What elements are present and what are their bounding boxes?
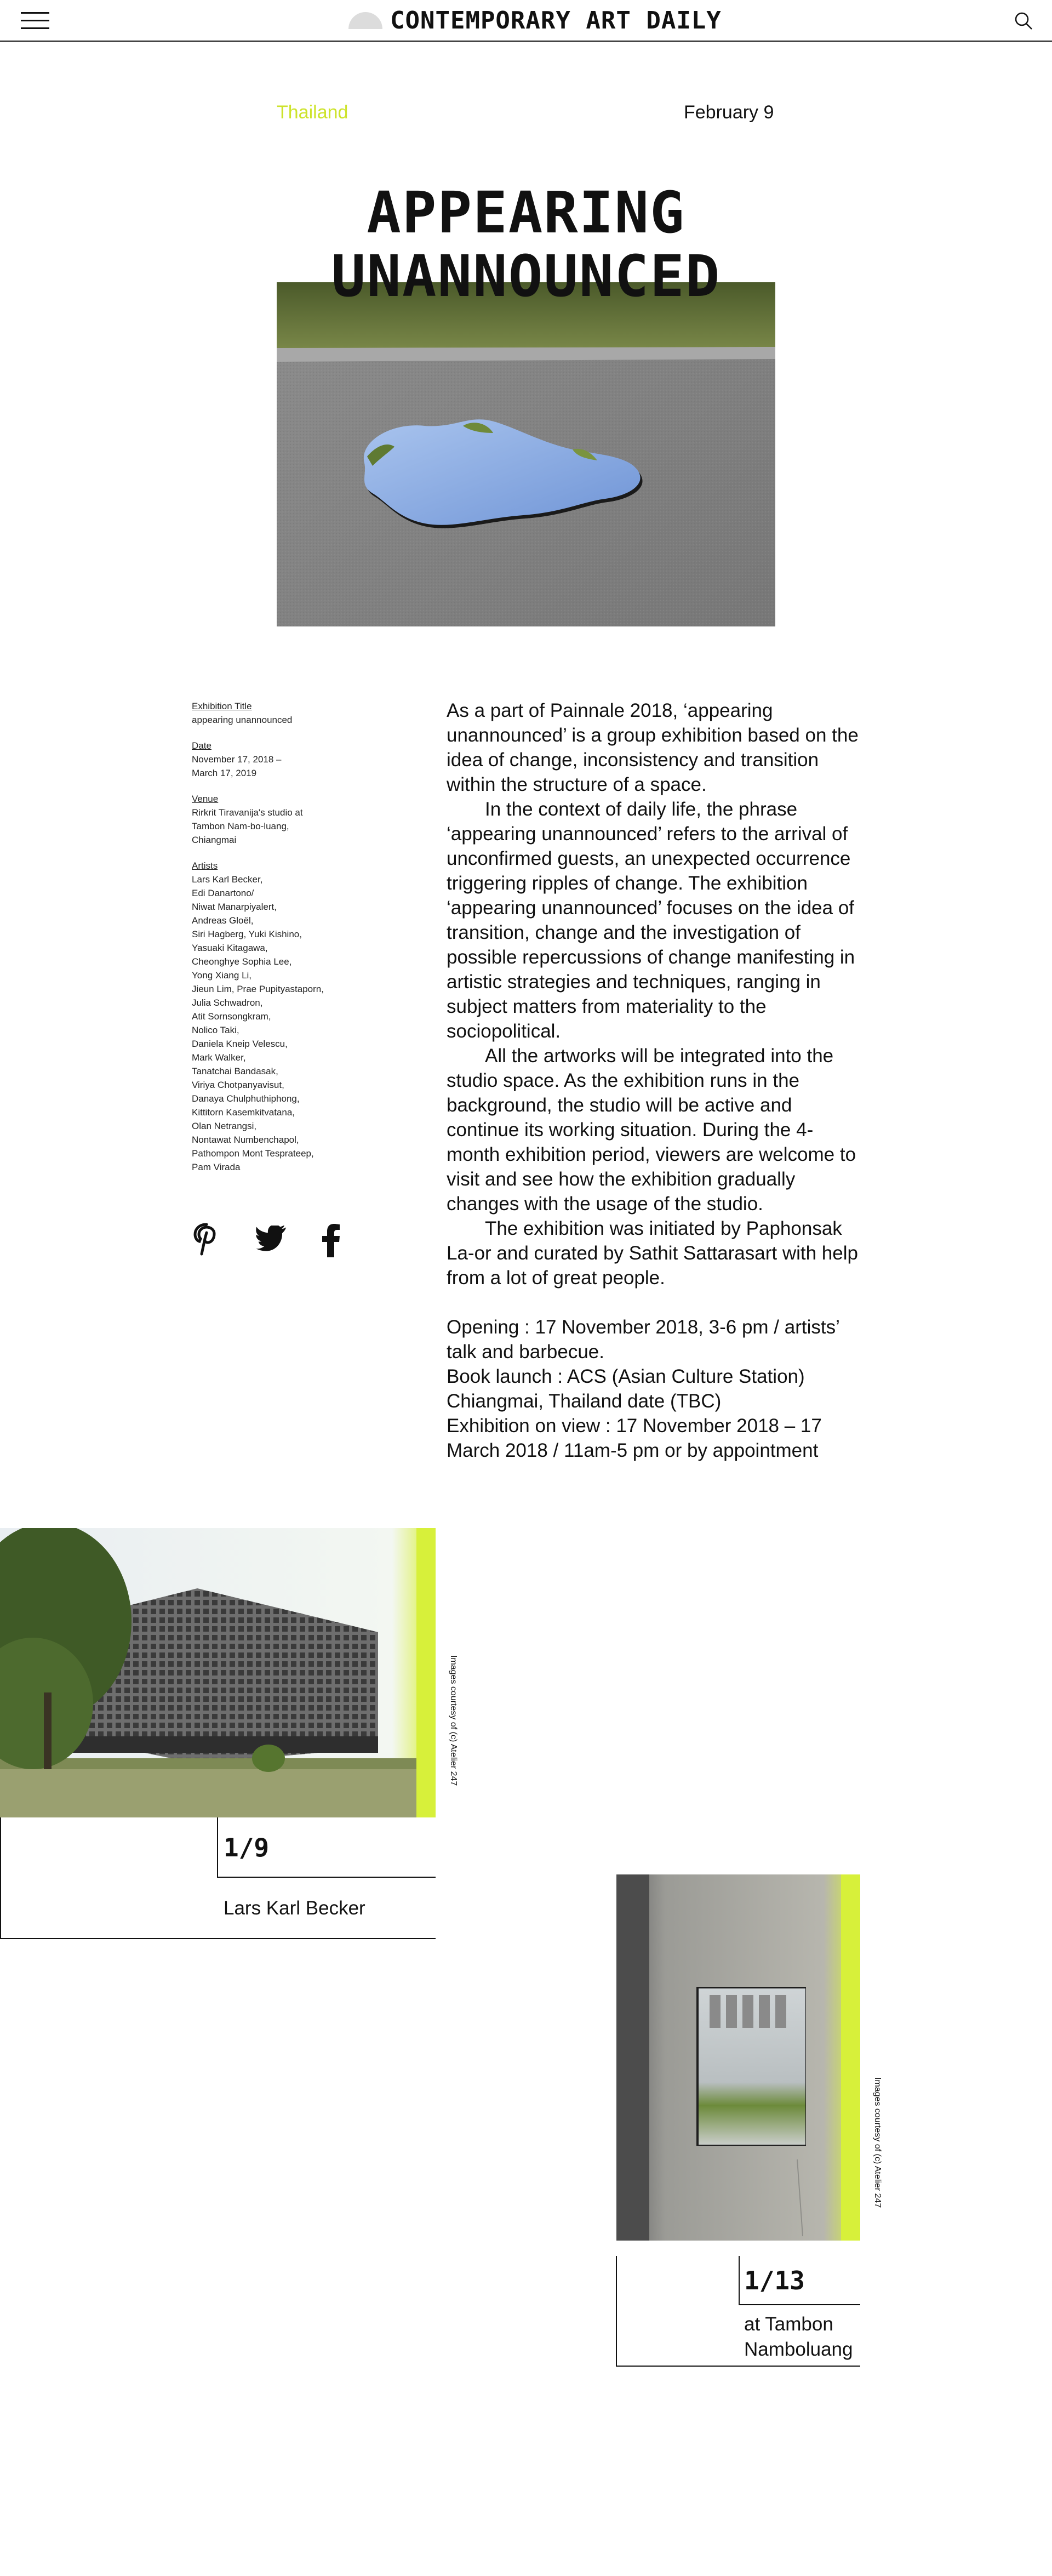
logo-dome-icon[interactable] xyxy=(348,12,382,29)
venue-label: Venue xyxy=(192,794,219,804)
body-paragraph: All the artworks will be integrated into… xyxy=(447,1045,856,1215)
exhibition-dates-info: Exhibition on view : 17 November 2018 – … xyxy=(447,1415,822,1461)
exhibition-title-label: Exhibition Title xyxy=(192,701,252,711)
body-paragraph: In the context of daily life, the phrase… xyxy=(447,799,855,1042)
frame-line xyxy=(616,2256,617,2367)
site-header: CONTEMPORARY ART DAILY xyxy=(0,0,1052,42)
date-label: Date xyxy=(192,740,211,751)
hamburger-menu-icon[interactable] xyxy=(21,12,49,30)
social-share xyxy=(193,1222,368,1261)
artists-label: Artists xyxy=(192,860,218,871)
artists-list: Lars Karl Becker, Edi Danartono/ Niwat M… xyxy=(192,874,324,1172)
pinterest-icon[interactable] xyxy=(193,1222,226,1258)
date-value: November 17, 2018 – March 17, 2019 xyxy=(192,754,282,778)
search-icon[interactable] xyxy=(1013,10,1034,32)
title-line-1: APPEARING xyxy=(367,179,685,246)
book-launch-info: Book launch : ACS (Asian Culture Station… xyxy=(447,1366,805,1412)
opening-info: Opening : 17 November 2018, 3-6 pm / art… xyxy=(447,1317,839,1363)
slide-caption: at Tambon Namboluang xyxy=(744,2313,853,2360)
body-paragraph: As a part of Painnale 2018, ‘appearing u… xyxy=(447,700,859,795)
twitter-icon[interactable] xyxy=(255,1224,288,1262)
slide-caption: Lars Karl Becker xyxy=(224,1897,365,1919)
gallery-image-2[interactable] xyxy=(616,1874,860,2241)
frame-line xyxy=(739,2304,860,2305)
venue-value: Rirkrit Tiravanija's studio at Tambon Na… xyxy=(192,807,303,845)
slide-counter: 1/9 xyxy=(224,1833,270,1862)
title-line-2: UNANNOUNCED xyxy=(331,243,721,310)
frame-line xyxy=(217,1877,436,1878)
frame-line xyxy=(739,2256,740,2305)
frame-line xyxy=(616,2366,860,2367)
exhibition-info-sidebar: Exhibition Title appearing unannounced D… xyxy=(192,699,373,1186)
site-logo[interactable]: CONTEMPORARY ART DAILY xyxy=(390,7,722,35)
image-credit: Images courtesy of (c) Atelier 247 xyxy=(873,2077,882,2208)
slide-counter: 1/13 xyxy=(744,2266,805,2295)
hero-image[interactable] xyxy=(277,282,775,626)
gallery-image-1[interactable] xyxy=(0,1528,436,1817)
facebook-icon[interactable] xyxy=(320,1222,353,1258)
exhibition-title-value: appearing unannounced xyxy=(192,715,293,725)
post-date: February 9 xyxy=(684,102,774,123)
body-paragraph: The exhibition was initiated by Paphonsa… xyxy=(447,1218,858,1289)
press-release-text: As a part of Painnale 2018, ‘appearing u… xyxy=(447,698,863,1463)
image-credit: Images courtesy of (c) Atelier 247 xyxy=(449,1655,458,1786)
page-title: APPEARING UNANNOUNCED xyxy=(219,181,833,308)
frame-line xyxy=(0,1938,436,1939)
frame-line xyxy=(0,1817,1,1939)
country-link[interactable]: Thailand xyxy=(277,102,348,123)
frame-line xyxy=(217,1817,218,1878)
